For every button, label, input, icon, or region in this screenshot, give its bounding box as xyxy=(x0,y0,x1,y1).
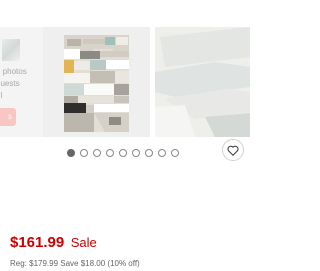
pagination-dot-9[interactable] xyxy=(171,149,179,157)
pagination-dot-2[interactable] xyxy=(80,149,88,157)
ugc-text-line: ul xyxy=(0,91,3,100)
ugc-text-line: d photos xyxy=(0,67,27,76)
product-image-rug-closeup[interactable] xyxy=(155,27,250,137)
current-price: $161.99 xyxy=(10,234,65,251)
rug-closeup-image xyxy=(155,27,250,137)
pagination-dot-5[interactable] xyxy=(119,149,127,157)
heart-icon xyxy=(227,145,239,156)
regular-price-savings: Reg: $179.99 Save $18.00 (10% off) xyxy=(10,259,140,268)
pagination-dot-3[interactable] xyxy=(93,149,101,157)
pagination-dot-6[interactable] xyxy=(132,149,140,157)
price-row: $161.99 Sale xyxy=(10,234,97,252)
product-image-rug[interactable] xyxy=(43,27,150,137)
ugc-description: d photos guests ul xyxy=(0,66,40,102)
rug-image xyxy=(43,27,150,137)
ugc-photos-card[interactable]: d photos guests ul s xyxy=(0,27,43,137)
image-carousel[interactable]: d photos guests ul s xyxy=(0,27,250,137)
favorite-button[interactable] xyxy=(222,139,244,161)
pagination-dot-8[interactable] xyxy=(158,149,166,157)
ugc-action-button[interactable]: s xyxy=(0,108,16,126)
ugc-thumbnail xyxy=(2,39,20,61)
pagination-dot-7[interactable] xyxy=(145,149,153,157)
carousel-pagination xyxy=(0,149,250,159)
sale-label: Sale xyxy=(70,235,97,250)
ugc-text-line: guests xyxy=(0,79,20,88)
pagination-dot-4[interactable] xyxy=(106,149,114,157)
pagination-dot-1[interactable] xyxy=(67,149,75,157)
